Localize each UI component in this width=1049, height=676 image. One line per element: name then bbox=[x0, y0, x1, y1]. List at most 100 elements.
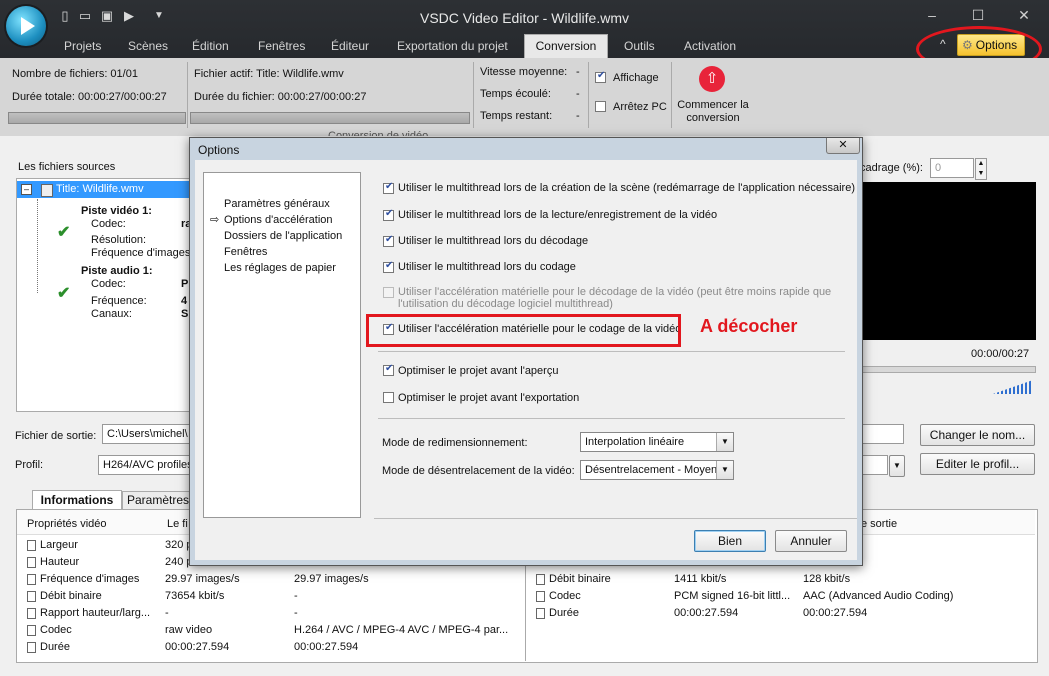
accel-option-label: Utiliser le multithread lors de la créat… bbox=[398, 182, 855, 194]
tab-projets[interactable]: Projets bbox=[57, 36, 108, 56]
tab-scenes[interactable]: Scènes bbox=[121, 36, 175, 56]
minimize-icon[interactable]: – bbox=[920, 6, 944, 24]
tab-informations[interactable]: Informations bbox=[32, 490, 122, 510]
maximize-icon[interactable]: ☐ bbox=[966, 6, 990, 24]
chevron-down-icon[interactable]: ▼ bbox=[716, 433, 733, 451]
elapsed-value: - bbox=[576, 88, 580, 100]
elapsed-label: Temps écoulé: bbox=[480, 88, 551, 100]
info-cell-name: Durée bbox=[549, 607, 579, 619]
resolution-label: Résolution: bbox=[91, 234, 147, 246]
sources-header: Les fichiers sources bbox=[18, 161, 116, 173]
window-title: VSDC Video Editor - Wildlife.wmv bbox=[419, 10, 630, 26]
remaining-label: Temps restant: bbox=[480, 110, 553, 122]
tree-line bbox=[37, 199, 39, 293]
accel-option-checkbox[interactable] bbox=[383, 234, 394, 247]
optimize-export-checkbox[interactable] bbox=[383, 392, 394, 403]
info-cell-name: Largeur bbox=[40, 539, 78, 551]
ribbon-separator bbox=[473, 62, 474, 128]
display-label: Affichage bbox=[613, 72, 659, 84]
tab-editeur[interactable]: Éditeur bbox=[324, 36, 376, 56]
video-file-icon bbox=[41, 184, 53, 197]
property-doc-icon bbox=[27, 574, 36, 585]
close-window-icon[interactable]: ✕ bbox=[1012, 6, 1036, 24]
total-duration: Durée totale: 00:00:27/00:00:27 bbox=[12, 91, 167, 103]
audio-codec-value: P bbox=[181, 278, 189, 290]
profile-dropdown-icon[interactable]: ▼ bbox=[889, 455, 905, 477]
audio-channels-label: Canaux: bbox=[91, 308, 132, 320]
cancel-button[interactable]: Annuler bbox=[775, 530, 847, 552]
rename-button[interactable]: Changer le nom... bbox=[920, 424, 1035, 446]
info-cell-src: 00:00:27.594 bbox=[165, 641, 230, 653]
dialog-title: Options bbox=[198, 143, 240, 157]
codec-label: Codec: bbox=[91, 218, 126, 230]
display-checkbox[interactable] bbox=[595, 70, 606, 83]
source-title[interactable]: Title: Wildlife.wmv bbox=[56, 183, 144, 195]
property-doc-icon bbox=[27, 625, 36, 636]
nav-app-folders[interactable]: Dossiers de l'application bbox=[224, 230, 342, 242]
options-separator bbox=[378, 351, 845, 352]
start-conversion-icon[interactable]: ⇧ bbox=[699, 66, 725, 92]
info-cell-dst: 00:00:27.594 bbox=[803, 607, 868, 619]
resize-mode-select[interactable]: Interpolation linéaire ▼ bbox=[580, 432, 734, 452]
info-cell-dst: H.264 / AVC / MPEG-4 AVC / MPEG-4 par... bbox=[294, 624, 509, 636]
info-cell-src: raw video bbox=[165, 624, 213, 636]
property-doc-icon bbox=[536, 591, 545, 602]
accel-option-checkbox[interactable] bbox=[383, 181, 394, 194]
crop-label: cadrage (%): bbox=[860, 162, 923, 174]
video-preview[interactable] bbox=[860, 182, 1036, 340]
tab-outils[interactable]: Outils bbox=[617, 36, 662, 56]
info-cell-name: Durée bbox=[40, 641, 70, 653]
tab-activation[interactable]: Activation bbox=[677, 36, 743, 56]
tab-edition[interactable]: Édition bbox=[185, 36, 236, 56]
info-cell-dst: AAC (Advanced Audio Coding) bbox=[803, 590, 954, 602]
video-ok-check-icon: ✔ bbox=[57, 224, 71, 241]
dialog-close-icon[interactable]: ✕ bbox=[826, 138, 860, 154]
info-cell-dst: 128 kbit/s bbox=[803, 573, 851, 585]
ok-button[interactable]: Bien bbox=[694, 530, 766, 552]
info-cell-name: Codec bbox=[549, 590, 581, 602]
tab-fenetres[interactable]: Fenêtres bbox=[251, 36, 312, 56]
avg-speed-value: - bbox=[576, 66, 580, 78]
preview-seek-bar[interactable] bbox=[860, 366, 1036, 373]
accel-option-label: Utiliser l'accélération matérielle pour … bbox=[398, 286, 832, 298]
output-file-input-end[interactable] bbox=[858, 424, 904, 444]
output-file-label: Fichier de sortie: bbox=[15, 430, 97, 442]
profile-select[interactable]: H264/AVC profiles bbox=[98, 455, 202, 475]
nav-general[interactable]: Paramètres généraux bbox=[224, 198, 330, 210]
avg-speed-label: Vitesse moyenne: bbox=[480, 66, 568, 78]
nav-selected-arrow-icon: ⇨ bbox=[210, 214, 220, 226]
video-track-label: Piste vidéo 1: bbox=[81, 205, 152, 217]
dialog-client: Paramètres généraux ⇨ Options d'accéléra… bbox=[195, 160, 857, 560]
crop-spinner-icon[interactable]: ▲ ▼ bbox=[975, 158, 987, 180]
optimize-preview-label: Optimiser le projet avant l'aperçu bbox=[398, 365, 559, 377]
shutdown-checkbox[interactable] bbox=[595, 101, 606, 112]
audio-frequency-label: Fréquence: bbox=[91, 295, 147, 307]
output-file-input[interactable]: C:\Users\michel\ bbox=[102, 424, 202, 444]
col-video-props: Propriétés vidéo bbox=[27, 518, 107, 530]
collapse-toggle-icon[interactable]: – bbox=[21, 184, 32, 195]
resize-mode-label: Mode de redimensionnement: bbox=[382, 437, 528, 449]
info-cell-src: 00:00:27.594 bbox=[674, 607, 739, 619]
nav-paper-settings[interactable]: Les réglages de papier bbox=[224, 262, 336, 274]
nav-acceleration[interactable]: Options d'accélération bbox=[224, 214, 333, 226]
info-cell-name: Fréquence d'images bbox=[40, 573, 140, 585]
edit-profile-button[interactable]: Editer le profil... bbox=[920, 453, 1035, 475]
start-conversion-label-1[interactable]: Commencer la bbox=[677, 99, 749, 111]
tab-conversion[interactable]: Conversion bbox=[524, 34, 608, 59]
accel-option-checkbox[interactable] bbox=[383, 208, 394, 221]
start-conversion-label-2[interactable]: conversion bbox=[677, 112, 749, 124]
audio-ok-check-icon: ✔ bbox=[57, 285, 71, 302]
accel-option-checkbox[interactable] bbox=[383, 260, 394, 273]
info-cell-src: PCM signed 16-bit littl... bbox=[674, 590, 791, 602]
info-cell-name: Hauteur bbox=[40, 556, 80, 568]
profile-label: Profil: bbox=[15, 459, 44, 471]
tab-exportation[interactable]: Exportation du projet bbox=[390, 36, 515, 56]
property-doc-icon bbox=[536, 608, 545, 619]
nav-windows[interactable]: Fenêtres bbox=[224, 246, 267, 258]
optimize-preview-checkbox[interactable] bbox=[383, 363, 394, 376]
deinterlace-mode-select[interactable]: Désentrelacement - Moyen ▼ bbox=[580, 460, 734, 480]
info-cell-src: 29.97 images/s bbox=[165, 573, 240, 585]
crop-input[interactable]: 0 bbox=[930, 158, 974, 178]
chevron-down-icon[interactable]: ▼ bbox=[716, 461, 733, 479]
accel-option-label-continued: l'utilisation du décodage logiciel multi… bbox=[398, 298, 613, 310]
